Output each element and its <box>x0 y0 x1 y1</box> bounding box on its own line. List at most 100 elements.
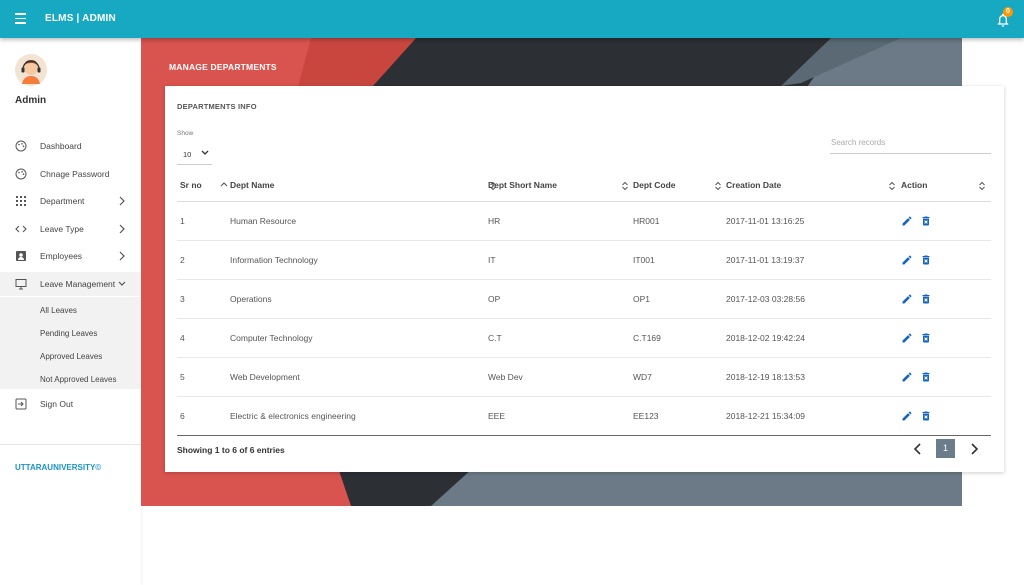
table-row: 2 Information Technology IT IT001 2017-1… <box>177 240 991 280</box>
sort-icon <box>622 181 628 191</box>
sort-ascending-icon <box>220 182 228 187</box>
footer-brand-link[interactable]: UTTARAUNIVERSITY© <box>15 463 101 472</box>
cell-actions <box>901 240 991 280</box>
cell-dept-name: Information Technology <box>230 240 488 280</box>
sidebar-item-label: Leave Type <box>40 224 84 234</box>
column-header-creation-date[interactable]: Creation Date <box>726 170 901 202</box>
cell-sr-no: 1 <box>177 201 230 241</box>
cell-creation-date: 2017-11-01 13:19:37 <box>726 240 901 280</box>
sign-out-icon <box>15 398 27 410</box>
edit-pencil-icon[interactable] <box>901 215 913 227</box>
cell-creation-date: 2018-12-19 18:13:53 <box>726 357 901 397</box>
submenu-all-leaves[interactable]: All Leaves <box>40 306 77 315</box>
cell-sr-no: 4 <box>177 318 230 358</box>
sort-icon <box>889 181 895 191</box>
sidebar-item-dashboard[interactable]: Dashboard <box>0 134 141 158</box>
cell-creation-date: 2017-12-03 03:28:56 <box>726 279 901 319</box>
entries-info-text: Showing 1 to 6 of 6 entries <box>177 445 285 455</box>
notification-count-badge: 0 <box>1003 7 1013 17</box>
chevron-right-icon <box>119 224 125 234</box>
edit-pencil-icon[interactable] <box>901 254 913 266</box>
cell-dept-name: Web Development <box>230 357 488 397</box>
edit-pencil-icon[interactable] <box>901 410 913 422</box>
cell-dept-short-name: Web Dev <box>488 357 633 397</box>
page-title: MANAGE DEPARTMENTS <box>169 62 277 72</box>
sidebar-item-label: Dashboard <box>40 141 82 151</box>
chevron-down-icon <box>201 150 209 155</box>
sidebar-item-sign-out[interactable]: Sign Out <box>0 392 141 416</box>
contact-card-icon <box>16 251 26 261</box>
column-header-dept-short-name[interactable]: Dept Short Name <box>488 170 633 202</box>
sidebar: Admin Dashboard Chnage Password Departme… <box>0 38 141 585</box>
hamburger-menu-icon[interactable] <box>15 13 26 24</box>
cell-sr-no: 3 <box>177 279 230 319</box>
sidebar-item-department[interactable]: Department <box>0 189 141 213</box>
submenu-approved-leaves[interactable]: Approved Leaves <box>40 352 102 361</box>
cell-actions <box>901 357 991 397</box>
chevron-right-icon[interactable] <box>968 442 980 456</box>
cell-creation-date: 2018-12-21 15:34:09 <box>726 396 901 436</box>
sidebar-item-label: Employees <box>40 251 83 261</box>
delete-trash-icon[interactable] <box>920 371 932 383</box>
submenu-pending-leaves[interactable]: Pending Leaves <box>40 329 97 338</box>
cell-actions <box>901 318 991 358</box>
admin-user-name: Admin <box>15 95 47 106</box>
palette-icon <box>15 168 27 180</box>
search-input[interactable] <box>830 132 991 154</box>
cell-dept-name: Operations <box>230 279 488 319</box>
sidebar-item-label: Leave Management <box>40 279 116 289</box>
cell-creation-date: 2017-11-01 13:16:25 <box>726 201 901 241</box>
cell-sr-no: 5 <box>177 357 230 397</box>
sidebar-item-leave-management[interactable]: Leave Management <box>0 272 141 296</box>
sort-icon <box>979 181 985 191</box>
cell-dept-code: IT001 <box>633 240 726 280</box>
cell-dept-short-name: IT <box>488 240 633 280</box>
cell-actions <box>901 201 991 241</box>
edit-pencil-icon[interactable] <box>901 293 913 305</box>
cell-dept-code: EE123 <box>633 396 726 436</box>
pagination-current-page[interactable]: 1 <box>936 439 955 458</box>
admin-avatar <box>15 54 47 86</box>
chevron-right-icon <box>119 251 125 261</box>
sort-icon <box>715 181 721 191</box>
edit-pencil-icon[interactable] <box>901 332 913 344</box>
column-header-action[interactable]: Action <box>901 170 991 202</box>
delete-trash-icon[interactable] <box>920 332 932 344</box>
edit-pencil-icon[interactable] <box>901 371 913 383</box>
table-row: 5 Web Development Web Dev WD7 2018-12-19… <box>177 357 991 397</box>
column-header-dept-code[interactable]: Dept Code <box>633 170 726 202</box>
grid-icon <box>16 196 26 206</box>
column-header-sr-no[interactable]: Sr no <box>177 170 230 202</box>
delete-trash-icon[interactable] <box>920 254 932 266</box>
column-header-dept-name[interactable]: Dept Name <box>230 170 496 202</box>
cell-dept-short-name: C.T <box>488 318 633 358</box>
delete-trash-icon[interactable] <box>920 293 932 305</box>
cell-dept-code: HR001 <box>633 201 726 241</box>
sidebar-divider <box>0 444 141 445</box>
cell-dept-name: Computer Technology <box>230 318 488 358</box>
sidebar-item-change-password[interactable]: Chnage Password <box>0 162 141 186</box>
chevron-right-icon <box>119 196 125 206</box>
sidebar-item-label: Sign Out <box>40 399 74 409</box>
chevron-down-icon <box>118 281 126 286</box>
cell-dept-code: WD7 <box>633 357 726 397</box>
code-icon <box>15 225 27 233</box>
show-entries-label: Show <box>177 130 194 137</box>
sidebar-item-leave-type[interactable]: Leave Type <box>0 217 141 241</box>
delete-trash-icon[interactable] <box>920 215 932 227</box>
show-entries-select[interactable]: 10 <box>177 141 212 165</box>
chevron-left-icon[interactable] <box>912 442 924 456</box>
table-row: 1 Human Resource HR HR001 2017-11-01 13:… <box>177 201 991 241</box>
cell-sr-no: 6 <box>177 396 230 436</box>
delete-trash-icon[interactable] <box>920 410 932 422</box>
cell-creation-date: 2018-12-02 19:42:24 <box>726 318 901 358</box>
cell-dept-name: Electric & electronics engineering <box>230 396 488 436</box>
top-app-bar: ELMS | ADMIN 0 <box>0 0 1024 38</box>
cell-dept-short-name: EEE <box>488 396 633 436</box>
cell-dept-short-name: HR <box>488 201 633 241</box>
palette-icon <box>15 140 27 152</box>
submenu-not-approved-leaves[interactable]: Not Approved Leaves <box>40 375 117 384</box>
sidebar-item-employees[interactable]: Employees <box>0 244 141 268</box>
cell-dept-code: OP1 <box>633 279 726 319</box>
table-row: 6 Electric & electronics engineering EEE… <box>177 396 991 436</box>
